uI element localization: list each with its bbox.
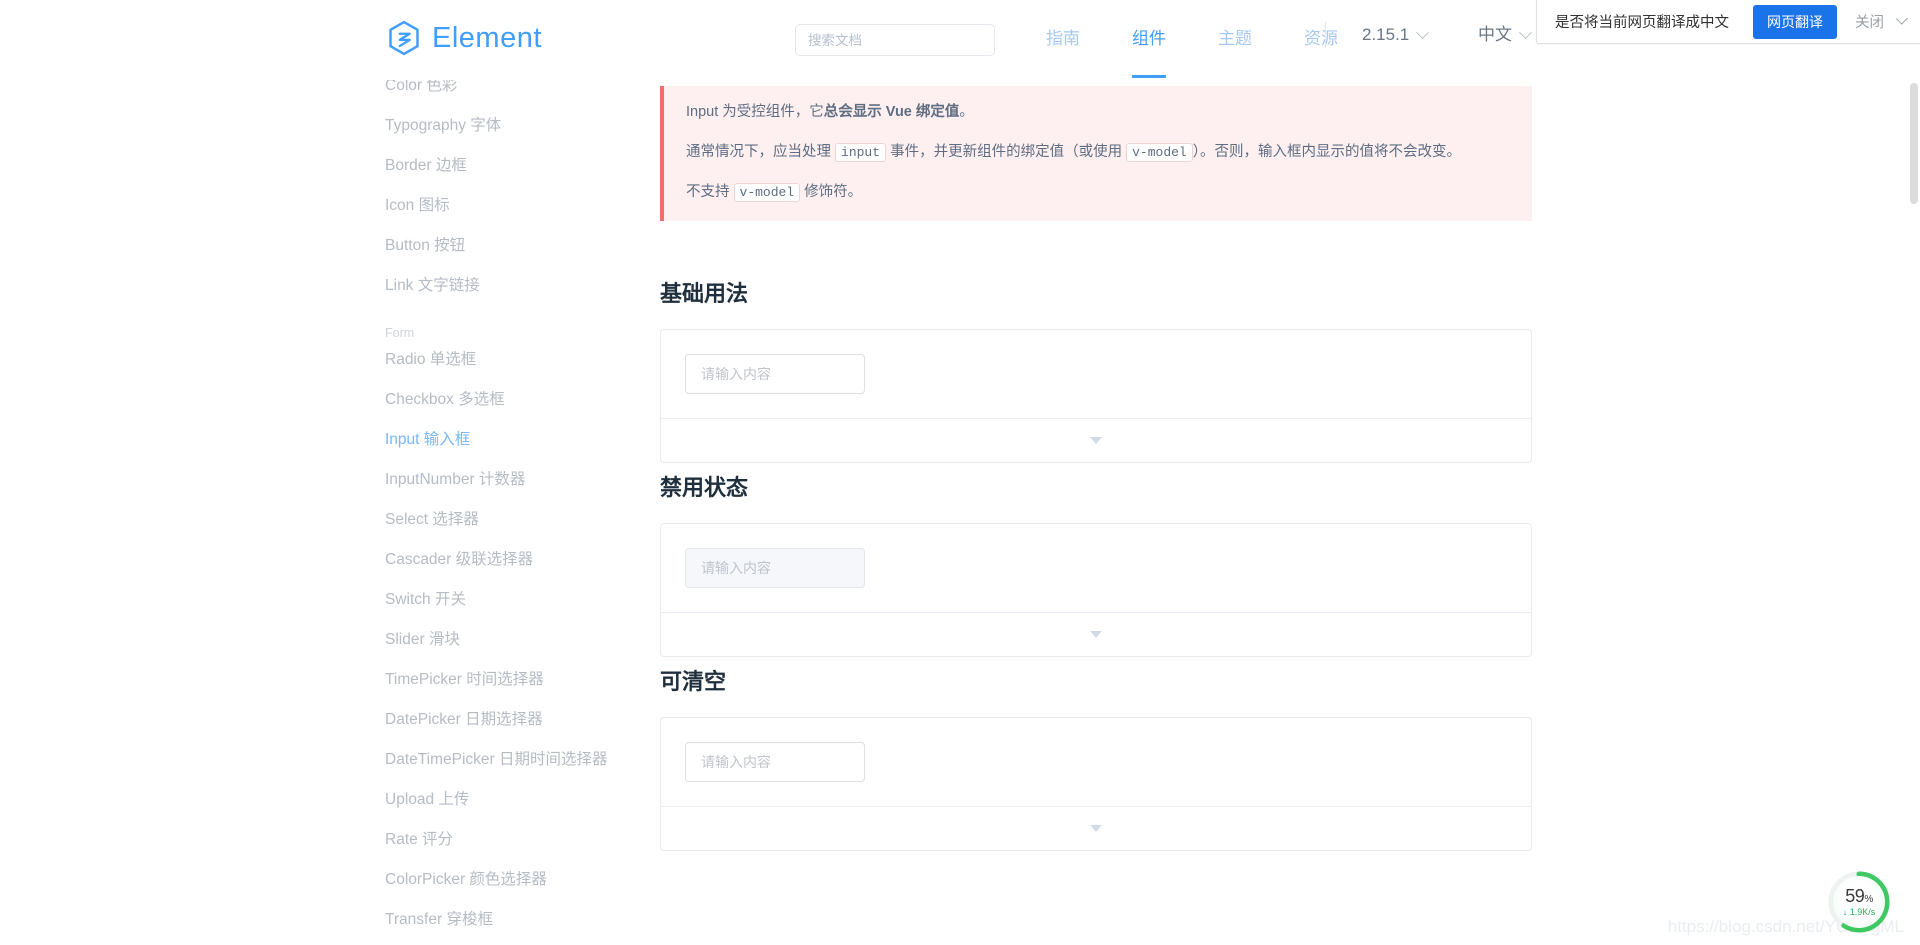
- translate-page-button[interactable]: 网页翻译: [1753, 5, 1837, 39]
- nav-item-components[interactable]: 组件: [1106, 22, 1192, 56]
- demo-card-body: 请输入内容: [661, 524, 1531, 612]
- sidebar-item-colorpicker[interactable]: ColorPicker 颜色选择器: [385, 860, 655, 900]
- search-box[interactable]: [795, 24, 995, 56]
- language-label: 中文: [1478, 22, 1512, 48]
- input-warning-tip: Input 为受控组件，它总会显示 Vue 绑定值。 通常情况下，应当处理 in…: [660, 86, 1532, 221]
- sidebar-item-typography[interactable]: Typography 字体: [385, 106, 655, 146]
- clearable-input[interactable]: 请输入内容: [685, 742, 865, 782]
- basic-input[interactable]: 请输入内容: [685, 354, 865, 394]
- sidebar-item-input[interactable]: Input 输入框: [385, 420, 655, 460]
- sidebar-item-button[interactable]: Button 按钮: [385, 226, 655, 266]
- demo-card: 请输入内容: [660, 523, 1532, 657]
- version-label: 2.15.1: [1362, 22, 1409, 48]
- sidebar-item-border[interactable]: Border 边框: [385, 146, 655, 186]
- main-nav: 指南 组件 主题 资源: [1020, 22, 1364, 56]
- nav-item-theme[interactable]: 主题: [1192, 22, 1278, 56]
- search-input[interactable]: [796, 25, 994, 55]
- tip-text: 。: [959, 104, 974, 120]
- demo-expand-toggle[interactable]: [661, 806, 1531, 850]
- sidebar-item-select[interactable]: Select 选择器: [385, 500, 655, 540]
- code-vmodel: v-model: [734, 183, 801, 202]
- sidebar-item-switch[interactable]: Switch 开关: [385, 580, 655, 620]
- sidebar-item-inputnumber[interactable]: InputNumber 计数器: [385, 460, 655, 500]
- sidebar-item-checkbox[interactable]: Checkbox 多选框: [385, 380, 655, 420]
- chevron-down-icon: [1090, 437, 1102, 444]
- section-title: 可清空: [660, 669, 1532, 695]
- sidebar-item-slider[interactable]: Slider 滑块: [385, 620, 655, 660]
- section-title: 基础用法: [660, 281, 1532, 307]
- tip-text: 事件，并更新组件的绑定值（或使用: [886, 144, 1126, 160]
- download-percent: 59%: [1845, 887, 1872, 905]
- demo-card-body: 请输入内容: [661, 330, 1531, 418]
- tip-text: 通常情况下，应当处理: [686, 144, 835, 160]
- tip-text: ）。否则，输入框内显示的值将不会改变。: [1193, 144, 1461, 160]
- sidebar-item-icon[interactable]: Icon 图标: [385, 186, 655, 226]
- section-basic-usage: 基础用法 请输入内容: [660, 281, 1532, 463]
- sidebar-item-transfer[interactable]: Transfer 穿梭框: [385, 900, 655, 940]
- sidebar-item-cascader[interactable]: Cascader 级联选择器: [385, 540, 655, 580]
- demo-card: 请输入内容: [660, 329, 1532, 463]
- demo-card: 请输入内容: [660, 717, 1532, 851]
- section-clearable: 可清空 请输入内容: [660, 669, 1532, 851]
- logo-text: Element: [432, 24, 542, 53]
- element-logo-icon: [385, 19, 423, 57]
- code-vmodel: v-model: [1126, 143, 1193, 162]
- chevron-down-icon: [1090, 631, 1102, 638]
- page-root: Element 指南 组件 主题 资源 2.15.1 中文 是否将当前网页翻译成…: [0, 0, 1920, 945]
- code-input: input: [835, 143, 886, 162]
- tip-text: 修饰符。: [800, 184, 862, 200]
- sidebar-item-link[interactable]: Link 文字链接: [385, 266, 655, 306]
- sidebar-item-radio[interactable]: Radio 单选框: [385, 340, 655, 380]
- sidebar-group-form: Form: [385, 306, 655, 340]
- sidebar-item-upload[interactable]: Upload 上传: [385, 780, 655, 820]
- tip-text: Input 为受控组件，它: [686, 104, 824, 120]
- nav-item-resource[interactable]: 资源: [1278, 22, 1364, 56]
- sidebar-item-timepicker[interactable]: TimePicker 时间选择器: [385, 660, 655, 700]
- tip-text: 不支持: [686, 184, 734, 200]
- tip-line-2: 通常情况下，应当处理 input 事件，并更新组件的绑定值（或使用 v-mode…: [686, 142, 1510, 164]
- chevron-down-icon[interactable]: [1896, 13, 1908, 25]
- demo-expand-toggle[interactable]: [661, 612, 1531, 656]
- download-progress-indicator[interactable]: 59% ↓ 1.9K/s: [1826, 869, 1892, 935]
- sidebar-item-datepicker[interactable]: DatePicker 日期选择器: [385, 700, 655, 740]
- chevron-down-icon: [1090, 825, 1102, 832]
- version-selector[interactable]: 2.15.1: [1362, 22, 1427, 48]
- demo-card-body: 请输入内容: [661, 718, 1531, 806]
- nav-item-guide[interactable]: 指南: [1020, 22, 1106, 56]
- section-title: 禁用状态: [660, 475, 1532, 501]
- sidebar-item-datetimepicker[interactable]: DateTimePicker 日期时间选择器: [385, 740, 655, 780]
- translate-prompt-bar: 是否将当前网页翻译成中文 网页翻译 关闭: [1536, 0, 1920, 44]
- demo-expand-toggle[interactable]: [661, 418, 1531, 462]
- tip-line-1: Input 为受控组件，它总会显示 Vue 绑定值。: [686, 102, 1510, 124]
- download-progress-inner: 59% ↓ 1.9K/s: [1833, 876, 1885, 928]
- tip-line-3: 不支持 v-model 修饰符。: [686, 182, 1510, 204]
- download-speed: ↓ 1.9K/s: [1843, 908, 1876, 917]
- download-percent-value: 59: [1845, 886, 1864, 906]
- tip-strong: 总会显示 Vue 绑定值: [824, 104, 960, 120]
- language-selector[interactable]: 中文: [1478, 22, 1530, 48]
- site-logo[interactable]: Element: [385, 19, 542, 57]
- section-disabled: 禁用状态 请输入内容: [660, 475, 1532, 657]
- header-divider: [1325, 22, 1326, 48]
- translate-message: 是否将当前网页翻译成中文: [1555, 11, 1729, 32]
- page-scrollbar[interactable]: [1908, 0, 1920, 945]
- download-percent-unit: %: [1864, 894, 1872, 905]
- sidebar-item-rate[interactable]: Rate 评分: [385, 820, 655, 860]
- disabled-input: 请输入内容: [685, 548, 865, 588]
- component-sidebar: Color 色彩 Typography 字体 Border 边框 Icon 图标…: [385, 66, 655, 945]
- translate-close-button[interactable]: 关闭: [1855, 11, 1884, 32]
- chevron-down-icon: [1519, 26, 1532, 39]
- scrollbar-thumb[interactable]: [1910, 83, 1918, 204]
- chevron-down-icon: [1416, 26, 1429, 39]
